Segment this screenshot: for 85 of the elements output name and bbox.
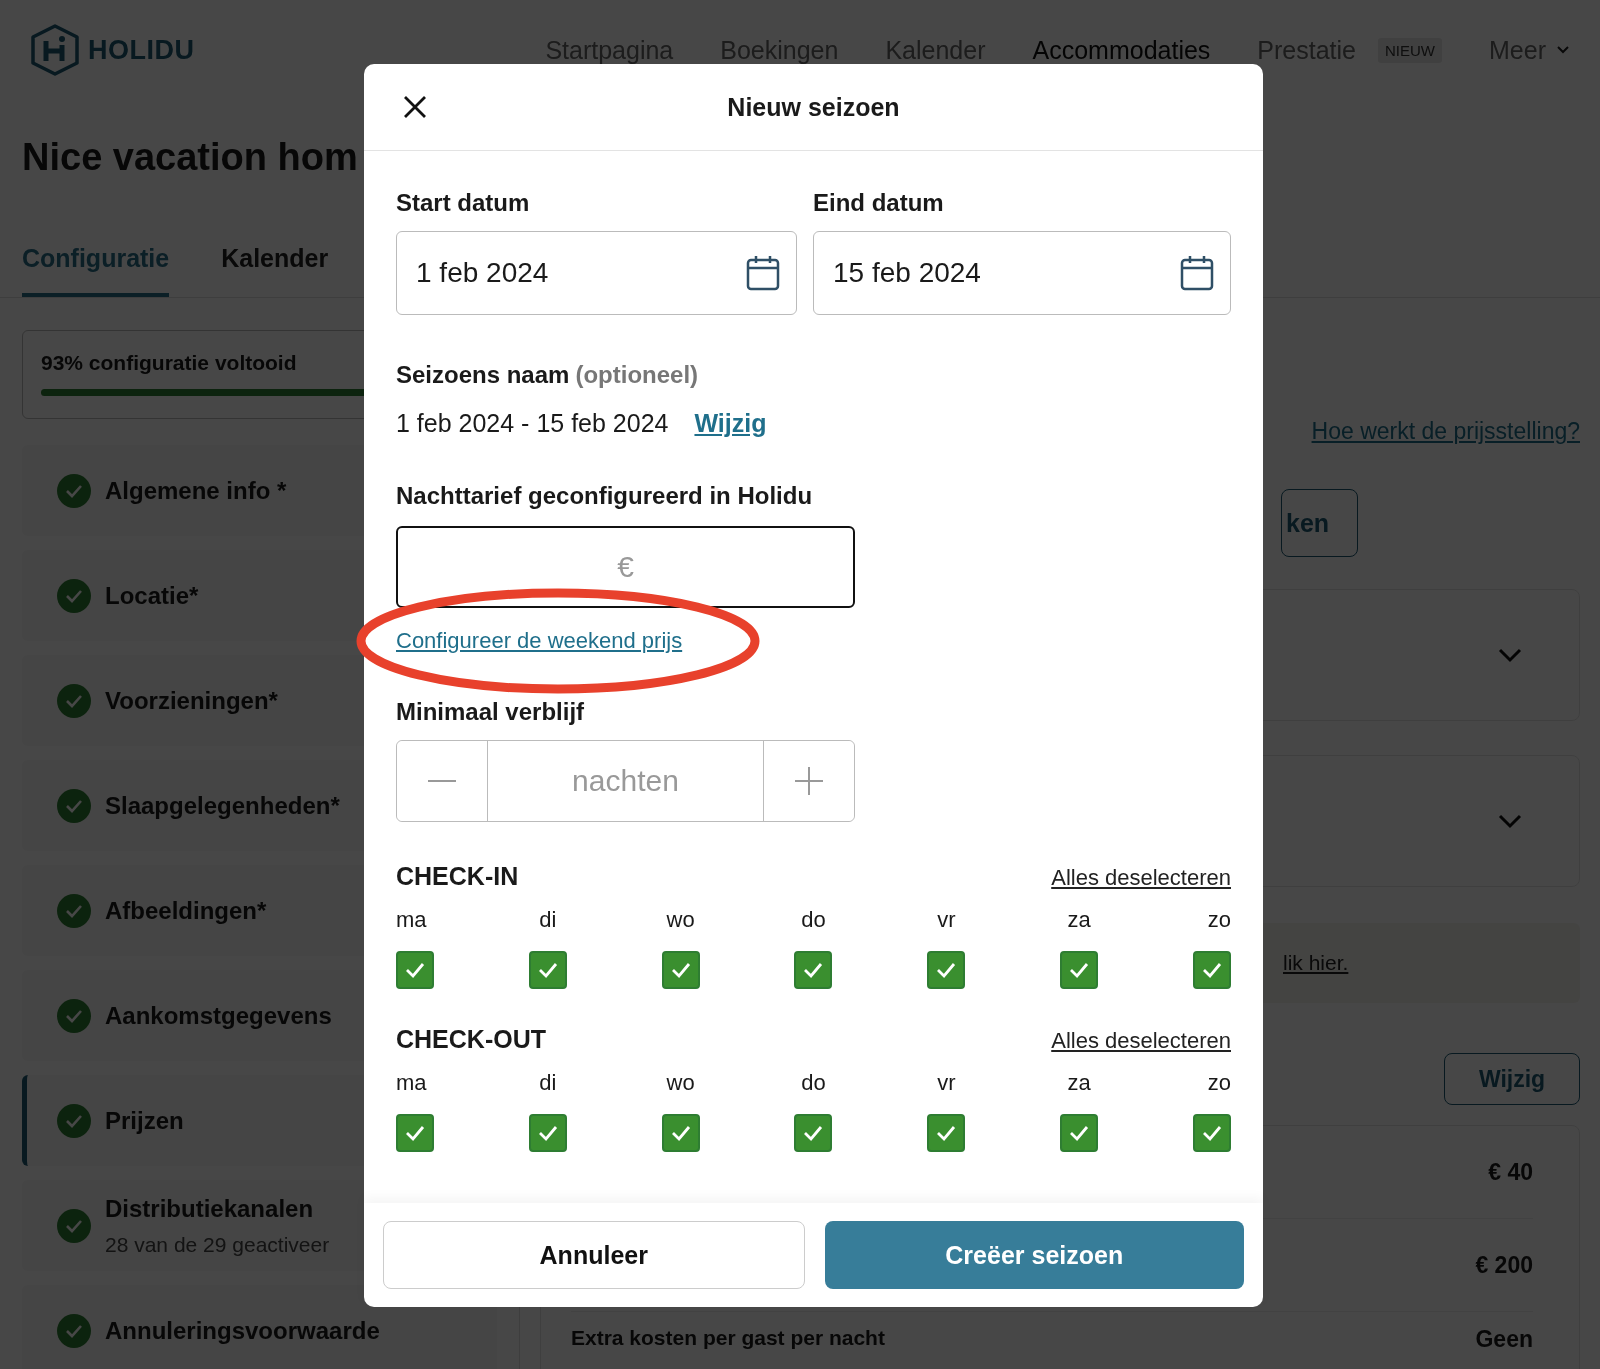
weekday-label: di <box>539 1070 557 1096</box>
edit-link[interactable]: Wijzig <box>694 409 767 438</box>
check-icon <box>536 961 559 979</box>
weekday-label: vr <box>937 907 956 933</box>
create-season-button[interactable]: Creëer seizoen <box>824 1221 1244 1289</box>
deselect-all-link[interactable]: Alles deselecteren <box>1051 1028 1231 1054</box>
weekday-label: zo <box>1207 1070 1231 1096</box>
minus-icon <box>428 779 456 783</box>
calendar-icon <box>746 255 780 291</box>
weekday-label: wo <box>666 1070 695 1096</box>
price-value: € 40 <box>1488 1158 1533 1186</box>
check-icon <box>404 1124 426 1142</box>
weekday-label: zo <box>1207 907 1231 933</box>
checkbox[interactable] <box>927 951 966 989</box>
date-field[interactable]: 1 feb 2024 <box>396 231 797 315</box>
sidebar-item-label: Afbeeldingen* <box>105 896 267 925</box>
field-label: Nachttarief geconfigureerd in Holidu <box>396 482 814 510</box>
checkbox[interactable] <box>1192 1114 1231 1152</box>
sidebar-item-label: Voorzieningen* <box>105 686 278 715</box>
checkbox[interactable] <box>1192 951 1231 989</box>
page-title: Nice vacation hom <box>22 136 359 180</box>
help-link[interactable]: Hoe werkt de prijsstelling? <box>1311 418 1580 445</box>
sidebar-item-label: Algemene info * <box>105 476 287 505</box>
weekday-label: vr <box>937 1070 956 1096</box>
check-icon <box>669 1124 692 1142</box>
cancel-button[interactable]: Annuleer <box>383 1221 805 1289</box>
checkbox[interactable] <box>661 951 700 989</box>
sidebar-item-label: Aankomstgegevens <box>105 1001 332 1030</box>
field-label: Seizoens naam <box>396 361 570 389</box>
checkbox[interactable] <box>396 1114 434 1152</box>
checkbox[interactable] <box>1060 1114 1099 1152</box>
check-icon <box>536 1124 559 1142</box>
check-icon <box>404 961 426 979</box>
plus-icon <box>795 767 823 795</box>
weekday-label: za <box>1067 1070 1091 1096</box>
checkbox[interactable] <box>396 951 434 989</box>
section-title: CHECK-IN <box>396 862 519 891</box>
sidebar-item-label: Annuleringsvoorwaarde <box>105 1316 380 1345</box>
check-icon <box>802 961 825 979</box>
checkbox[interactable] <box>927 1114 966 1152</box>
check-icon <box>669 961 692 979</box>
check-icon <box>1200 1124 1223 1142</box>
weekday-label: ma <box>396 1070 427 1096</box>
progress-label: 93% configuratie voltooid <box>41 351 297 375</box>
price-value: € 200 <box>1475 1251 1533 1279</box>
section-title: CHECK-OUT <box>396 1025 546 1054</box>
checkbox[interactable] <box>794 1114 833 1152</box>
checkbox[interactable] <box>794 951 833 989</box>
checkbox[interactable] <box>1060 951 1099 989</box>
checkbox[interactable] <box>528 951 567 989</box>
nights-stepper[interactable]: nachten <box>396 740 855 822</box>
check-icon <box>1068 1124 1091 1142</box>
check-icon <box>1068 961 1091 979</box>
weekday-label: do <box>801 1070 826 1096</box>
calendar-icon <box>1180 255 1214 291</box>
weekday-label: do <box>801 907 826 933</box>
sidebar-item-label: Prijzen <box>105 1106 184 1135</box>
modal-title: Nieuw seizoen <box>727 92 900 122</box>
sidebar-item-label: Slaapgelegenheden* <box>105 791 340 820</box>
nights-input[interactable]: nachten <box>487 741 764 821</box>
weekday-label: di <box>539 907 557 933</box>
check-icon <box>1200 961 1223 979</box>
price-input[interactable]: € <box>396 526 855 608</box>
field-label: Start datum <box>396 189 531 217</box>
date-field[interactable]: 15 feb 2024 <box>813 231 1231 315</box>
price-value: Geen <box>1475 1326 1533 1353</box>
check-icon <box>935 961 958 979</box>
check-icon <box>802 1124 825 1142</box>
optional-hint: (optioneel) <box>575 361 699 389</box>
deselect-all-link[interactable]: Alles deselecteren <box>1051 865 1231 891</box>
weekday-label: ma <box>396 907 427 933</box>
weekday-label: za <box>1067 907 1091 933</box>
sidebar-item-label: Distributiekanalen <box>105 1194 315 1223</box>
checkbox[interactable] <box>661 1114 700 1152</box>
season-name-value: 1 feb 2024 - 15 feb 2024 <box>396 409 669 438</box>
field-label: Eind datum <box>813 189 945 217</box>
sidebar-item-label: Locatie* <box>105 581 199 610</box>
weekday-label: wo <box>666 907 695 933</box>
price-label: Extra kosten per gast per nacht <box>571 1326 885 1350</box>
field-label: Minimaal verblijf <box>396 698 586 726</box>
logo-text: HOLIDU <box>88 34 195 66</box>
weekend-price-link[interactable]: Configureer de weekend prijs <box>396 628 683 653</box>
checkbox[interactable] <box>528 1114 567 1152</box>
check-icon <box>935 1124 958 1142</box>
close-icon[interactable] <box>402 94 428 120</box>
